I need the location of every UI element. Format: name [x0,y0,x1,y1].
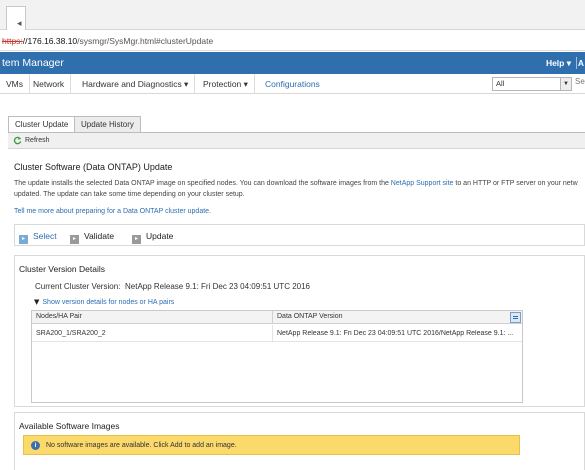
description-text: The update installs the selected Data ON… [14,180,391,187]
description-text-tail: to an HTTP or FTP server on your netw [453,180,578,187]
triangle-down-icon: ▼ [34,298,40,306]
toolbar: Refresh [8,133,585,149]
app-title: tem Manager [2,57,64,69]
address-bar[interactable]: https://176.16.38.10/sysmgr/SysMgr.html#… [0,31,585,51]
warning-text: No software images are available. Click … [46,442,237,449]
nav-item-svms[interactable]: VMs [0,74,30,94]
column-divider [272,325,273,342]
column-header-nodes[interactable]: Nodes/HA Pair [36,313,82,320]
cell-node-pair: SRA200_1/SRA200_2 [36,330,106,337]
header-admin-menu[interactable]: A [578,58,584,68]
netapp-support-link[interactable]: NetApp Support site [391,180,454,187]
header-divider [576,57,577,69]
step-marker-icon: ▸ [19,235,28,244]
browser-tab-strip: ◂ [0,0,585,30]
search-scope-select[interactable]: All ▼ [492,77,572,91]
info-icon: i [31,441,40,450]
column-chooser-icon[interactable] [510,312,521,323]
cluster-version-panel: Cluster Version Details Current Cluster … [14,255,585,407]
step-update[interactable]: ▸ Update [132,231,173,244]
help-menu-button[interactable]: Help ▾ [546,58,571,69]
app-header: tem Manager Help ▾ A [0,52,585,74]
step-update-label: Update [146,231,174,241]
nav-item-configurations[interactable]: Configurations [259,74,326,94]
step-marker-icon: ▸ [70,235,79,244]
learn-more-link[interactable]: Tell me more about preparing for a Data … [14,208,211,215]
no-images-warning: i No software images are available. Clic… [23,435,520,455]
step-select-label: Select [33,231,57,241]
url-protocol: https: [2,36,23,46]
nav-item-hardware-diagnostics[interactable]: Hardware and Diagnostics ▾ [76,74,196,94]
tab-scroll-left-icon[interactable]: ◂ [17,19,22,29]
step-validate[interactable]: ▸ Validate [70,231,114,244]
browser-tab[interactable]: ◂ [6,6,26,30]
search-input[interactable]: Sea [575,77,585,86]
nav-item-network[interactable]: Network [27,74,72,94]
node-version-table: Nodes/HA Pair Data ONTAP Version SRA200_… [31,310,523,403]
chevron-down-icon[interactable]: ▼ [560,78,571,90]
current-version-label: Current Cluster Version: [35,282,121,291]
cluster-version-title: Cluster Version Details [19,264,105,274]
column-divider [272,311,273,324]
tab-update-history[interactable]: Update History [74,116,141,132]
step-marker-icon: ▸ [132,235,141,244]
current-version-value: NetApp Release 9.1: Fri Dec 23 04:09:51 … [125,282,310,291]
url-host: //176.16.38.10 [22,36,78,46]
description-line-2: updated. The update can take some time d… [14,191,245,198]
step-select[interactable]: ▸ Select [19,231,57,244]
step-validate-label: Validate [84,231,115,241]
wizard-steps: ▸ Select ▸ Validate ▸ Update [14,224,585,246]
refresh-icon[interactable] [13,136,22,145]
description-line-1: The update installs the selected Data ON… [14,180,578,187]
nav-item-protection[interactable]: Protection ▾ [197,74,255,94]
available-images-title: Available Software Images [19,421,120,431]
tab-cluster-update[interactable]: Cluster Update [8,116,76,133]
page-title: Cluster Software (Data ONTAP) Update [14,162,173,172]
search-scope-value: All [496,79,505,88]
table-row[interactable]: SRA200_1/SRA200_2 NetApp Release 9.1: Fr… [32,325,522,342]
cell-ontap-version: NetApp Release 9.1: Fri Dec 23 04:09:51 … [277,330,514,337]
table-header: Nodes/HA Pair Data ONTAP Version [32,311,522,324]
show-version-details-toggle[interactable]: ▼ Show version details for nodes or HA pa… [34,298,174,306]
show-version-details-label: Show version details for nodes or HA pai… [42,299,175,306]
refresh-button[interactable]: Refresh [25,137,50,144]
available-images-panel: Available Software Images i No software … [14,412,585,470]
url-text[interactable]: https://176.16.38.10/sysmgr/SysMgr.html#… [2,36,213,46]
url-path: /sysmgr/SysMgr.html#clusterUpdate [77,36,214,46]
main-nav: VMs Network Hardware and Diagnostics ▾ P… [0,74,585,94]
column-header-version[interactable]: Data ONTAP Version [277,313,343,320]
